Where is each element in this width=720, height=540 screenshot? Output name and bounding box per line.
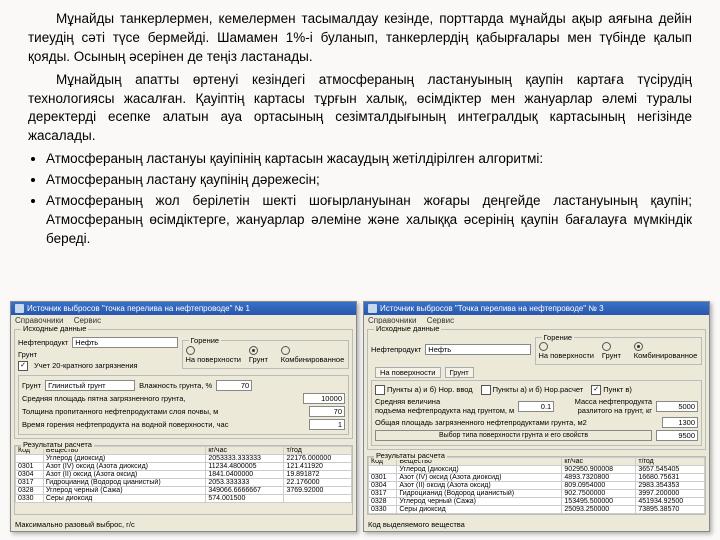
app-icon <box>15 304 24 313</box>
label-soil: Грунт <box>18 350 37 359</box>
area-input[interactable]: 1300 <box>662 417 698 428</box>
label-product: Нефтепродукт <box>371 345 421 354</box>
panel-title: Исходные данные <box>374 324 441 333</box>
surface-value[interactable]: 9500 <box>656 430 698 441</box>
radio-surface[interactable] <box>186 346 195 355</box>
options-sub: Пункты a) и б) Нор. ввод Пункты a) и б) … <box>371 380 702 446</box>
product-select[interactable]: Нефть <box>72 337 177 348</box>
label-time: Время горения нефтепродукта на водной по… <box>22 420 305 429</box>
product-select[interactable]: Нефть <box>425 344 530 355</box>
results-table[interactable]: Код Вещество кг/час т/год Углерод (диокс… <box>368 457 705 514</box>
col-tyr[interactable]: т/год <box>636 458 705 466</box>
col-kgh[interactable]: кг/час <box>562 458 636 466</box>
area-input[interactable]: 10000 <box>303 393 345 404</box>
panel-title: Результаты расчета <box>21 440 94 449</box>
label-20x: Учет 20-кратного загрязнения <box>34 361 138 370</box>
results-panel: Результаты расчета Код Вещество кг/час т… <box>367 456 706 515</box>
wave-input[interactable]: 0.1 <box>518 401 554 412</box>
panel-title: Горение <box>189 336 222 345</box>
mass-input[interactable]: 5000 <box>656 401 698 412</box>
paragraph: Мұнайды танкерлермен, кемелермен тасымал… <box>28 10 692 67</box>
label-mass: Масса нефтепродукта <box>575 397 652 406</box>
burn-panel: Горение На поверхности Грунт Комбинирова… <box>182 340 350 368</box>
bottom-label: Максимально разовый выброс, г/с <box>11 518 356 531</box>
bullet-list: Атмосфераның ластануы қауіпінің картасын… <box>28 150 692 248</box>
bottom-label: Код выделяемого вещества <box>364 518 709 531</box>
emission-window-1: Источник выбросов "точка перелива на неф… <box>10 301 357 532</box>
paragraph: Мұнайдың апатты өртенуі кезіндегі атмосф… <box>28 71 692 147</box>
label-product: Нефтепродукт <box>18 338 68 347</box>
list-item: Атмосфераның ластану қаупінің дәрежесін; <box>46 171 692 190</box>
label-wave: Средняя величина <box>375 397 440 406</box>
panel-title: Горение <box>542 333 575 342</box>
burn-panel: Горение На поверхности Грунт Комбинирова… <box>535 337 703 365</box>
label-area: Средняя площадь пятна загрязненного грун… <box>22 394 299 403</box>
layer-input[interactable]: 70 <box>309 406 345 417</box>
results-table[interactable]: Код Вещество кг/час т/год Углерод (диокс… <box>15 446 352 503</box>
label-hum: Влажность грунта, % <box>139 381 212 390</box>
label-mass2: разлитого на грунт, кг <box>578 406 652 415</box>
time-input[interactable]: 1 <box>309 419 345 430</box>
tabstrip[interactable]: На поверхности Грунт <box>371 367 702 378</box>
label-soil2: Грунт <box>22 381 41 390</box>
tab-soil[interactable]: Грунт <box>445 367 474 378</box>
list-item: Атмосфераның жол берілетін шекті шоғырла… <box>46 192 692 249</box>
checkbox-20x[interactable]: ✓ <box>18 361 28 371</box>
list-item: Атмосфераның ластануы қауіпінің картасын… <box>46 150 692 169</box>
titlebar[interactable]: Источник выбросов "Точка перелива на неф… <box>364 302 709 315</box>
humidity-input[interactable]: 70 <box>216 380 252 391</box>
chk-ab-calc[interactable] <box>481 385 491 395</box>
soil-select[interactable]: Глинистый грунт <box>45 380 135 391</box>
window-title: Источник выбросов "Точка перелива на неф… <box>380 304 604 313</box>
surface-type-button[interactable]: Выбор типа поверхности грунта и его свой… <box>375 430 652 441</box>
input-panel: Исходные данные Нефтепродукт Нефть Грунт… <box>14 329 353 439</box>
tab-surface[interactable]: На поверхности <box>375 367 441 378</box>
label-layer: Толщина пропитанного нефтепродуктами сло… <box>22 407 305 416</box>
radio-surface[interactable] <box>539 342 548 351</box>
radio-combo[interactable] <box>281 346 290 355</box>
col-tyr[interactable]: т/год <box>284 446 352 454</box>
radio-combo[interactable] <box>634 342 643 351</box>
soil-sub: Грунт Глинистый грунт Влажность грунта, … <box>18 375 349 435</box>
radio-soil[interactable] <box>249 346 258 355</box>
panel-title: Исходные данные <box>21 324 88 333</box>
emission-window-2: Источник выбросов "Точка перелива на неф… <box>363 301 710 532</box>
app-icon <box>368 304 377 313</box>
radio-soil[interactable] <box>602 342 611 351</box>
document-text: Мұнайды танкерлермен, кемелермен тасымал… <box>0 0 720 249</box>
chk-ab-input[interactable] <box>375 385 385 395</box>
panel-title: Результаты расчета <box>374 451 447 460</box>
label-wave2: подъема нефтепродукта над грунтом, м <box>375 406 514 415</box>
titlebar[interactable]: Источник выбросов "точка перелива на неф… <box>11 302 356 315</box>
window-title: Источник выбросов "точка перелива на неф… <box>27 304 250 313</box>
chk-v[interactable]: ✓ <box>591 385 601 395</box>
results-panel: Результаты расчета Код Вещество кг/час т… <box>14 445 353 515</box>
input-panel: Исходные данные Нефтепродукт Нефть Горен… <box>367 329 706 450</box>
label-area2: Общая площадь загрязненного нефтепродукт… <box>375 418 658 427</box>
col-kgh[interactable]: кг/час <box>206 446 284 454</box>
